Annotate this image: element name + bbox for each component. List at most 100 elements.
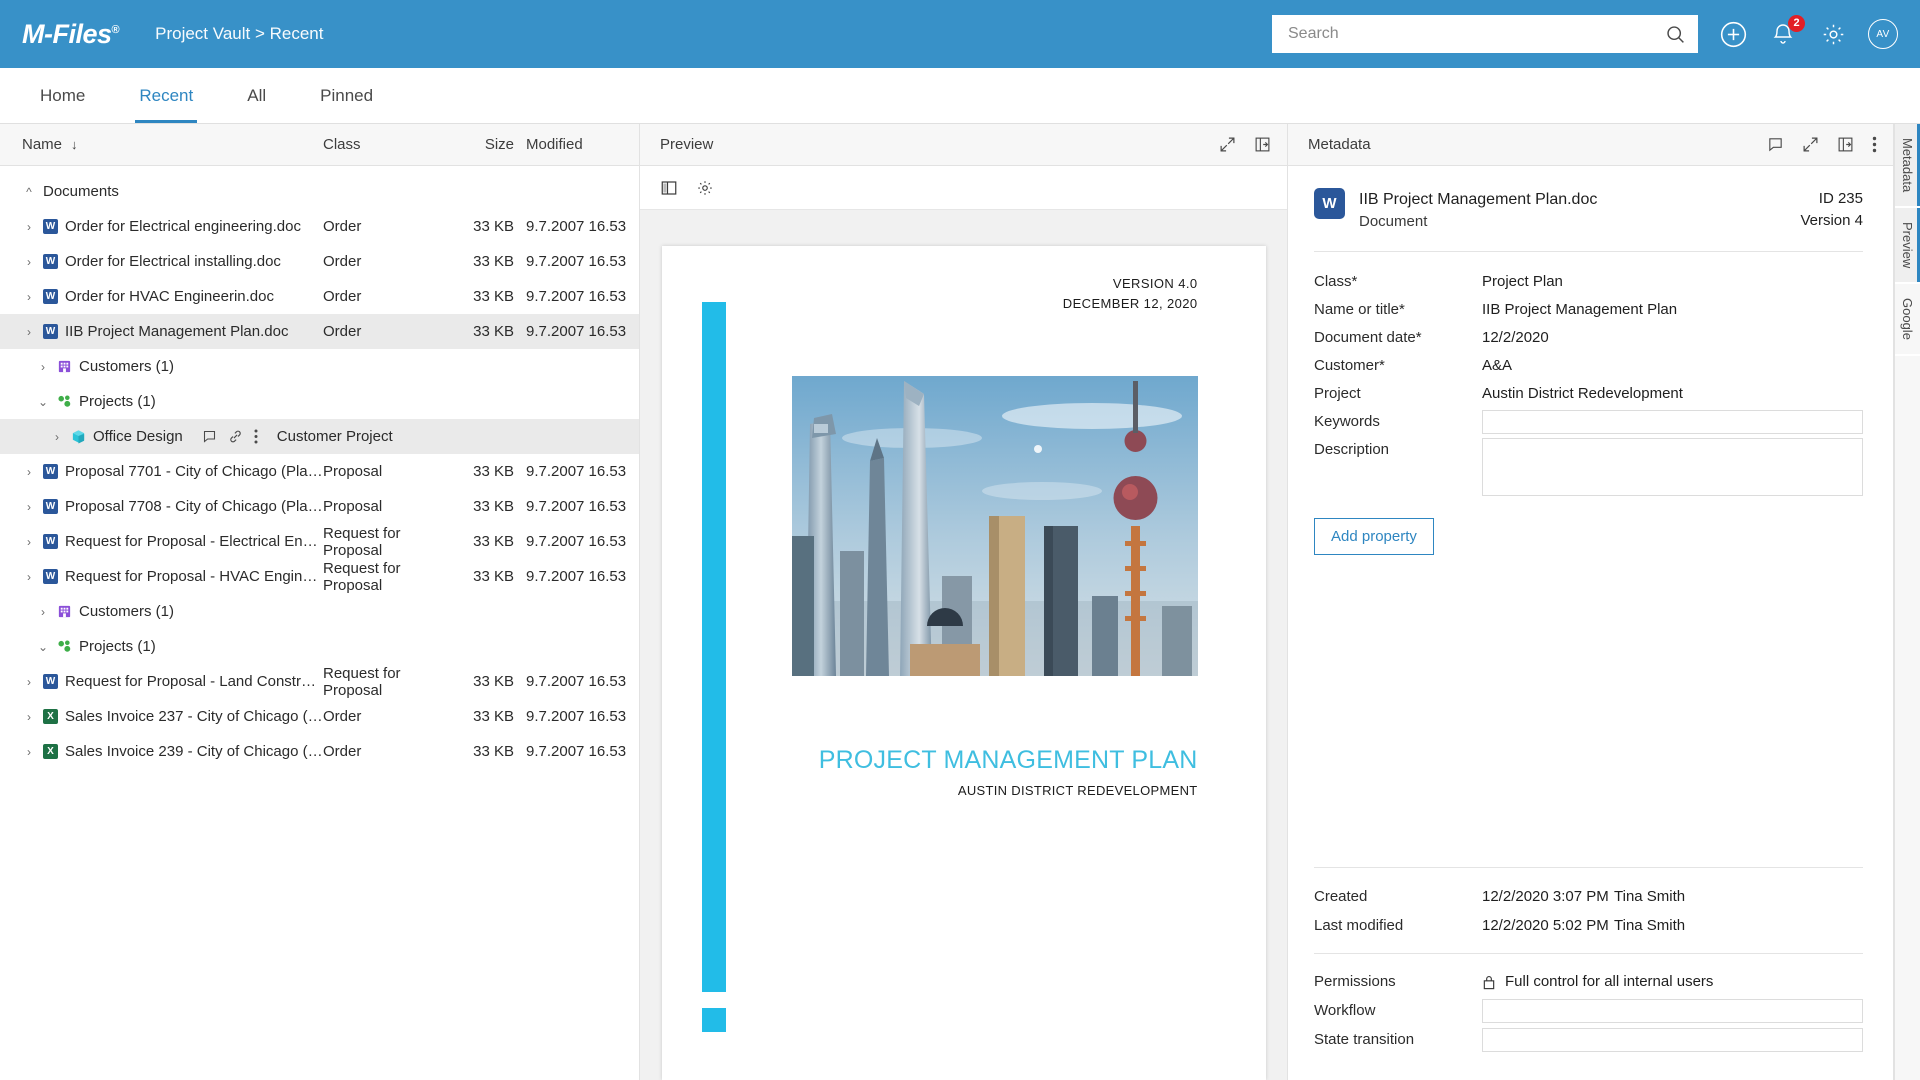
excel-icon: X <box>43 709 58 724</box>
footer-divider-bottom <box>1314 953 1863 954</box>
chevron-right-icon[interactable]: › <box>36 605 50 619</box>
expand-icon[interactable] <box>1802 136 1819 153</box>
property-label: Description <box>1314 438 1482 458</box>
table-row[interactable]: ›XSales Invoice 239 - City of Chicago (P… <box>0 734 639 769</box>
search-box[interactable] <box>1272 15 1698 53</box>
link-icon[interactable] <box>228 429 243 444</box>
gear-icon[interactable] <box>1818 19 1848 49</box>
group-row-documents[interactable]: ^ Documents <box>0 174 639 209</box>
tab-recent[interactable]: Recent <box>121 68 211 123</box>
document-date: DECEMBER 12, 2020 <box>662 294 1198 314</box>
breadcrumb[interactable]: Project Vault > Recent <box>155 24 323 44</box>
chevron-right-icon[interactable]: › <box>22 710 36 724</box>
chevron-right-icon[interactable]: › <box>22 325 36 339</box>
side-tab-google[interactable]: Google <box>1895 284 1920 356</box>
chevron-right-icon[interactable]: › <box>22 290 36 304</box>
chevron-up-icon[interactable]: ^ <box>22 185 36 199</box>
group-row[interactable]: ›Customers (1) <box>0 349 639 384</box>
collapse-panel-icon[interactable] <box>1254 136 1271 153</box>
table-row[interactable]: ›WProposal 7708 - City of Chicago (Plan.… <box>0 489 639 524</box>
workflow-input[interactable] <box>1482 999 1863 1023</box>
chevron-right-icon[interactable]: › <box>22 465 36 479</box>
row-class: Proposal <box>323 463 458 480</box>
tab-all[interactable]: All <box>229 68 284 123</box>
comment-icon[interactable] <box>202 429 217 444</box>
chevron-right-icon[interactable]: › <box>50 430 64 444</box>
chevron-right-icon[interactable]: › <box>22 255 36 269</box>
workflow-row[interactable]: Workflow <box>1314 996 1863 1025</box>
property-row[interactable]: Class*Project Plan <box>1314 270 1863 298</box>
object-row[interactable]: ›Office DesignCustomer Project <box>0 419 639 454</box>
state-transition-row[interactable]: State transition <box>1314 1025 1863 1054</box>
row-name: Projects (1) <box>79 638 156 655</box>
row-class: Order <box>323 253 458 270</box>
file-rows: › W Order for Electrical engineering.doc Or… <box>0 209 639 769</box>
table-row[interactable]: ›WProposal 7701 - City of Chicago (Plan.… <box>0 454 639 489</box>
avatar[interactable]: AV <box>1868 19 1898 49</box>
row-name: Order for HVAC Engineerin.doc <box>65 288 274 305</box>
tab-pinned[interactable]: Pinned <box>302 68 391 123</box>
group-row[interactable]: ⌄ Projects (1) <box>0 629 639 664</box>
notifications-button[interactable]: 2 <box>1768 19 1798 49</box>
search-icon[interactable] <box>1665 24 1686 45</box>
property-textarea[interactable] <box>1482 438 1863 496</box>
group-row[interactable]: ⌄Projects (1) <box>0 384 639 419</box>
search-input[interactable] <box>1288 25 1665 43</box>
table-row[interactable]: ›WRequest for Proposal - Land Construct.… <box>0 664 639 699</box>
property-input[interactable] <box>1482 410 1863 434</box>
file-list-header: Name ↓ Class Size Modified <box>0 124 639 166</box>
table-row[interactable]: ›XSales Invoice 237 - City of Chicago (P… <box>0 699 639 734</box>
word-icon: W <box>43 534 58 549</box>
lock-icon <box>1482 974 1496 990</box>
layout-icon[interactable] <box>660 179 678 197</box>
chevron-right-icon[interactable]: › <box>36 360 50 374</box>
property-row[interactable]: ProjectAustin District Redevelopment <box>1314 382 1863 410</box>
comment-icon[interactable] <box>1767 136 1784 153</box>
chevron-down-icon[interactable]: ⌄ <box>36 395 50 409</box>
table-row[interactable]: ›WOrder for Electrical installing.docOrd… <box>0 244 639 279</box>
document-accent-stripe <box>702 302 726 992</box>
chevron-right-icon[interactable]: › <box>22 220 36 234</box>
table-row[interactable]: ›WRequest for Proposal - HVAC Enginee...… <box>0 559 639 594</box>
row-name: Order for Electrical engineering.doc <box>65 218 301 235</box>
word-icon: W <box>43 499 58 514</box>
collapse-panel-icon[interactable] <box>1837 136 1854 153</box>
property-row[interactable]: Keywords <box>1314 410 1863 438</box>
tab-home[interactable]: Home <box>22 68 103 123</box>
column-header-name[interactable]: Name ↓ <box>22 136 323 153</box>
add-button[interactable] <box>1718 19 1748 49</box>
side-tab-preview[interactable]: Preview <box>1895 208 1920 284</box>
group-row[interactable]: ›Customers (1) <box>0 594 639 629</box>
chevron-right-icon[interactable]: › <box>22 675 36 689</box>
column-header-class[interactable]: Class <box>323 136 458 153</box>
customers-icon <box>57 359 72 374</box>
add-property-button[interactable]: Add property <box>1314 518 1434 555</box>
workflow-label: Workflow <box>1314 1002 1482 1019</box>
column-header-size[interactable]: Size <box>458 136 514 153</box>
chevron-right-icon[interactable]: › <box>22 745 36 759</box>
property-label: Customer* <box>1314 354 1482 374</box>
chevron-down-icon[interactable]: ⌄ <box>36 640 50 654</box>
state-transition-input[interactable] <box>1482 1028 1863 1052</box>
more-icon[interactable] <box>254 429 258 444</box>
app-logo[interactable]: M-Files® <box>22 19 127 50</box>
preview-body[interactable]: VERSION 4.0 DECEMBER 12, 2020 <box>640 210 1287 1080</box>
side-tab-metadata[interactable]: Metadata <box>1895 124 1920 208</box>
table-row[interactable]: ›WOrder for Electrical engineering.docOr… <box>0 209 639 244</box>
permissions-row[interactable]: Permissions Full control for all interna… <box>1314 967 1863 996</box>
property-row[interactable]: Name or title*IIB Project Management Pla… <box>1314 298 1863 326</box>
gear-icon[interactable] <box>696 179 714 197</box>
table-row[interactable]: ›WOrder for HVAC Engineerin.docOrder33 K… <box>0 279 639 314</box>
more-icon[interactable] <box>1872 136 1877 153</box>
expand-icon[interactable] <box>1219 136 1236 153</box>
row-modified: 9.7.2007 16.53 <box>514 568 639 585</box>
property-row[interactable]: Description <box>1314 438 1863 496</box>
chevron-right-icon[interactable]: › <box>22 570 36 584</box>
chevron-right-icon[interactable]: › <box>22 535 36 549</box>
property-row[interactable]: Customer*A&A <box>1314 354 1863 382</box>
table-row[interactable]: ›WRequest for Proposal - Electrical Engr… <box>0 524 639 559</box>
column-header-modified[interactable]: Modified <box>514 136 639 153</box>
table-row[interactable]: ›WIIB Project Management Plan.docOrder33… <box>0 314 639 349</box>
chevron-right-icon[interactable]: › <box>22 500 36 514</box>
property-row[interactable]: Document date*12/2/2020 <box>1314 326 1863 354</box>
